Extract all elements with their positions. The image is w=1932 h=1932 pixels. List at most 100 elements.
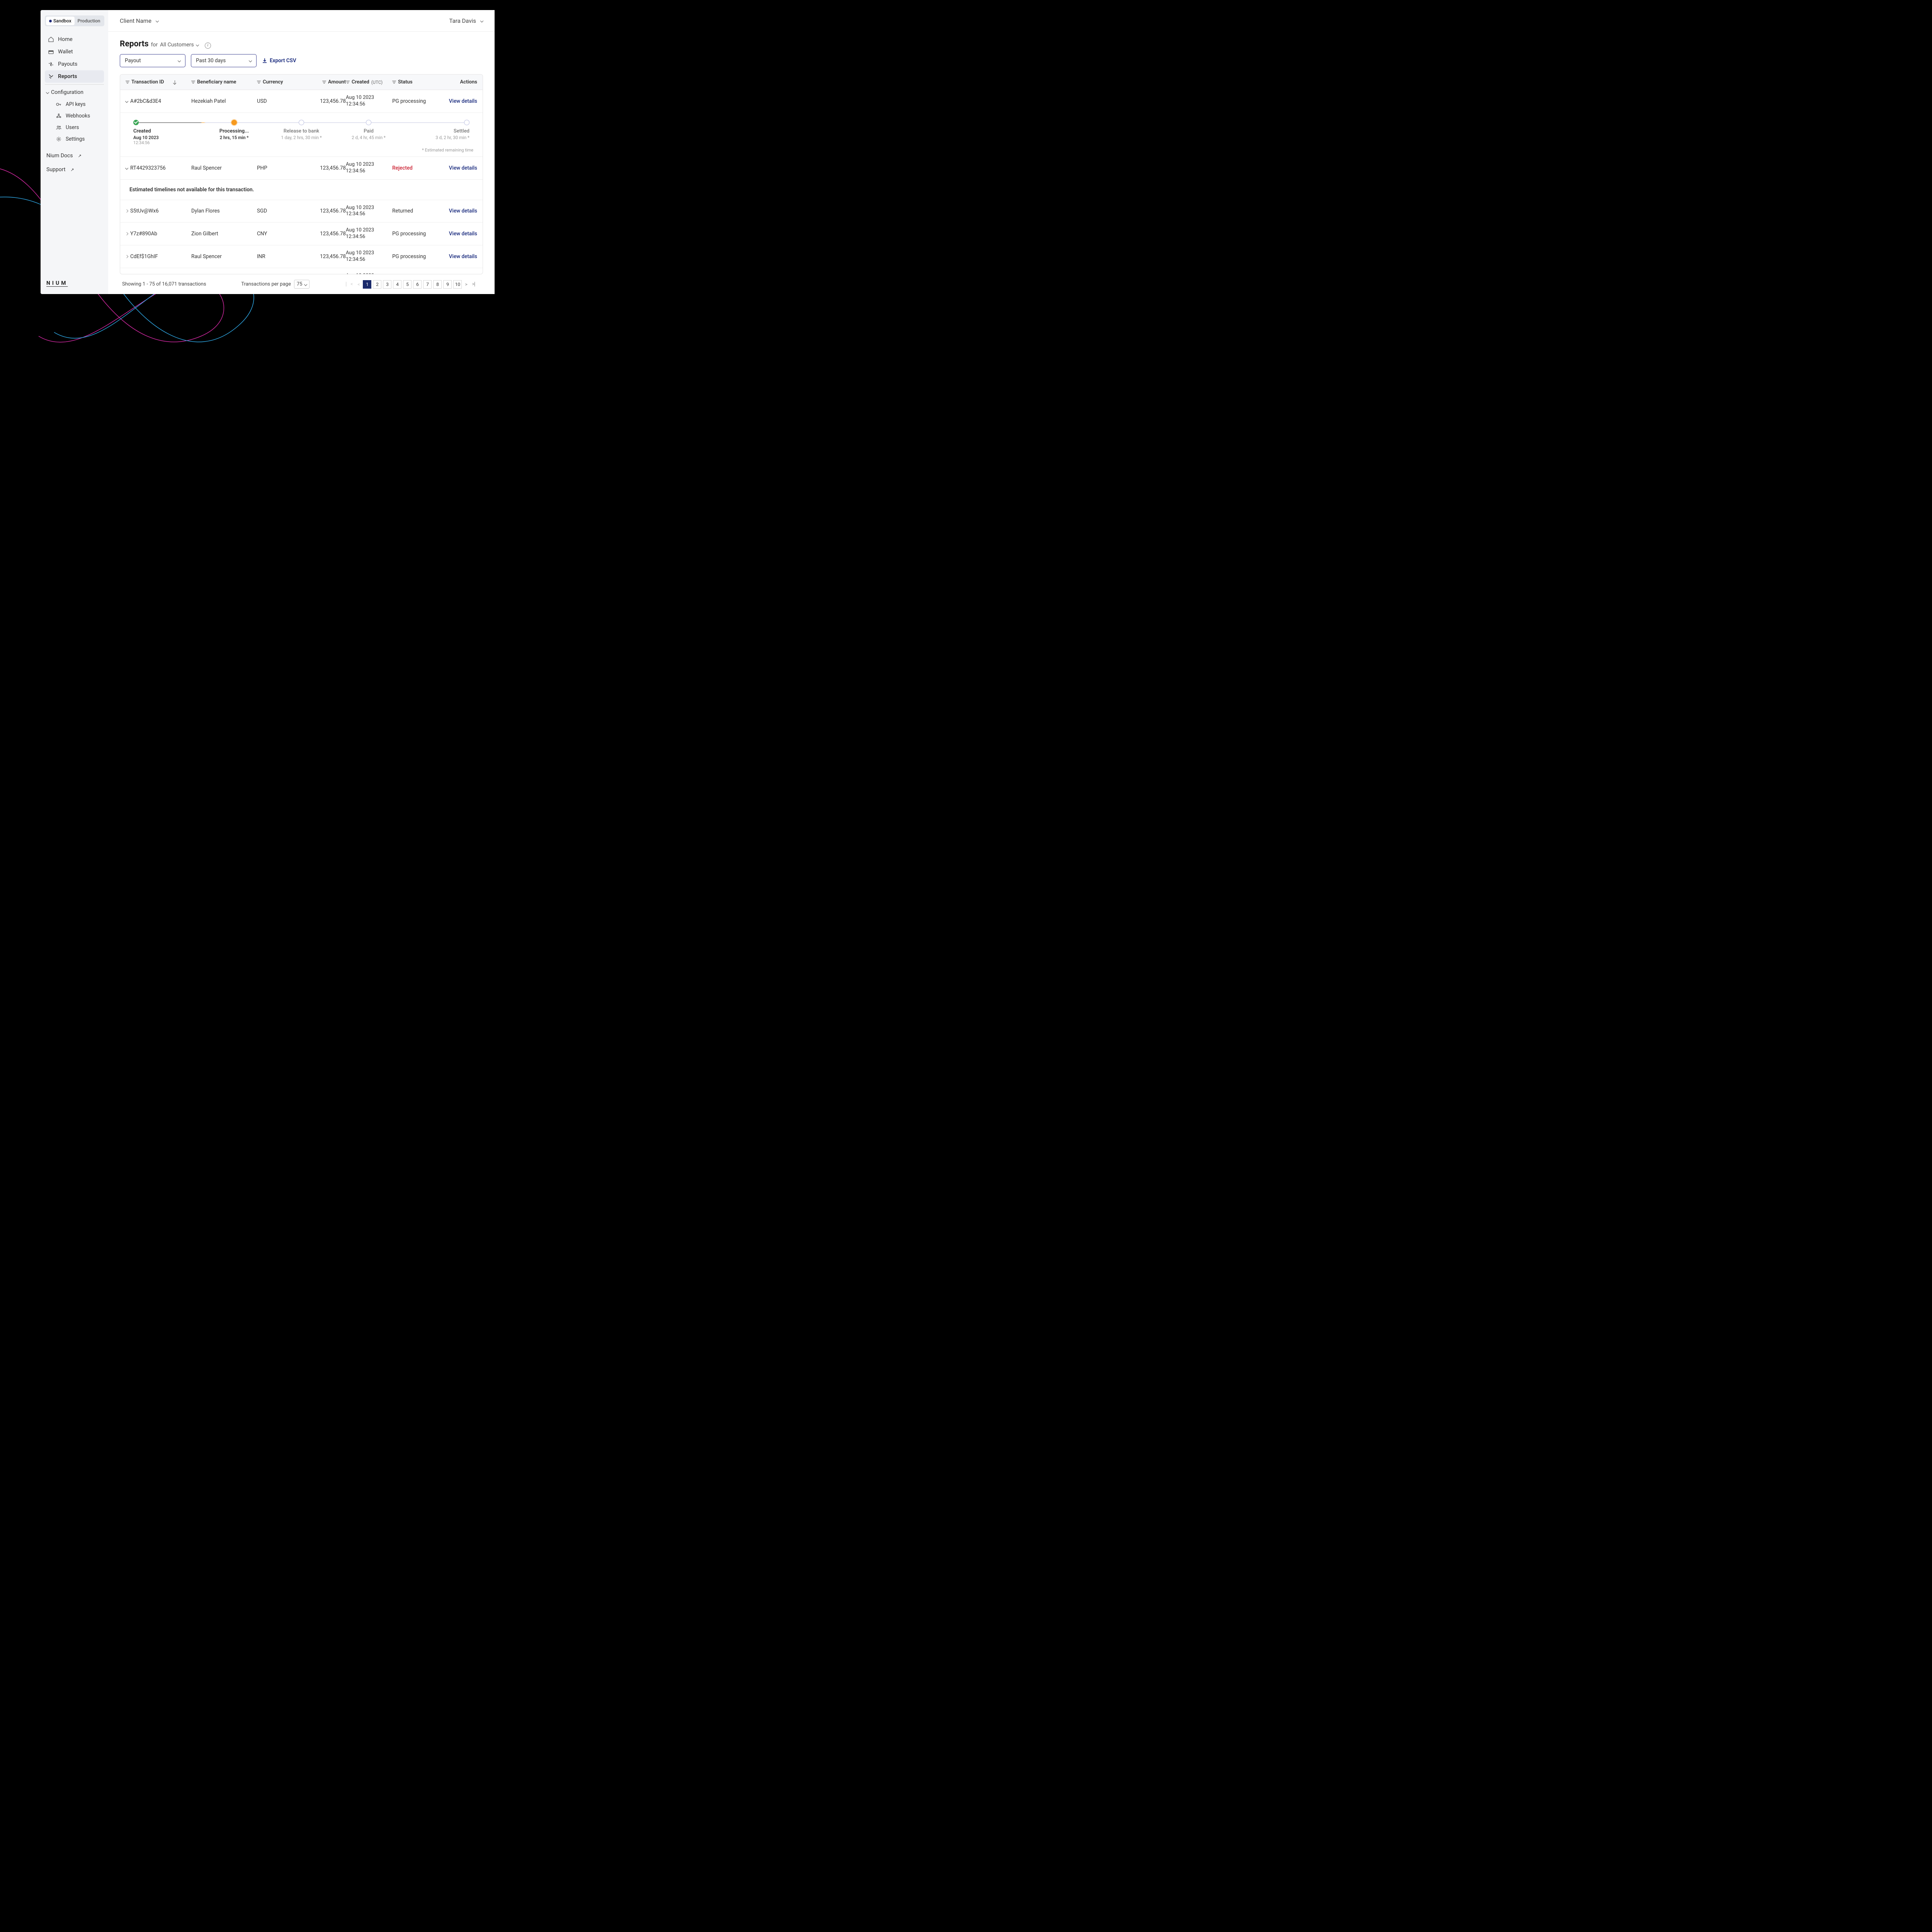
table-row: A#2bC&d3E4Hezekiah PatelUSD123,456.78Aug… bbox=[120, 90, 483, 113]
col-status[interactable]: Status bbox=[392, 79, 442, 85]
per-page-label: Transactions per page bbox=[241, 281, 291, 287]
download-icon bbox=[262, 58, 267, 63]
client-select[interactable]: Client Name bbox=[120, 17, 158, 24]
filter-row: Payout Past 30 days Export CSV bbox=[120, 54, 483, 67]
view-details-link[interactable]: View details bbox=[442, 165, 477, 171]
view-details-link[interactable]: View details bbox=[442, 98, 477, 104]
chevron-right-icon bbox=[125, 232, 128, 235]
col-label: Status bbox=[398, 79, 413, 85]
timeline-stage: CreatedAug 10 202312:34:56 bbox=[133, 120, 201, 145]
customer-scope-select[interactable]: All Customers bbox=[160, 42, 199, 48]
sidebar-section-configuration[interactable]: Configuration bbox=[45, 84, 104, 99]
row-expand-toggle[interactable]: RT4429323756 bbox=[126, 165, 191, 171]
info-icon[interactable]: i bbox=[205, 43, 211, 49]
page-2[interactable]: 2 bbox=[373, 280, 381, 289]
currency: USD bbox=[257, 98, 299, 104]
env-production[interactable]: Production bbox=[75, 17, 104, 25]
page-10[interactable]: 10 bbox=[453, 280, 462, 289]
payouts-icon bbox=[48, 61, 54, 67]
client-name: Client Name bbox=[120, 17, 151, 24]
amount: 123,456.78 bbox=[299, 98, 346, 104]
env-sandbox[interactable]: Sandbox bbox=[46, 17, 75, 25]
home-icon bbox=[48, 36, 54, 43]
nav-config: API keys Webhooks Users Settings bbox=[45, 99, 104, 145]
table-body: A#2bC&d3E4Hezekiah PatelUSD123,456.78Aug… bbox=[120, 90, 483, 274]
page-3[interactable]: 3 bbox=[383, 280, 391, 289]
sidebar-item-docs[interactable]: Nium Docs ↗ bbox=[45, 149, 104, 163]
txn-id: RT4429323756 bbox=[130, 165, 166, 171]
page-7[interactable]: 7 bbox=[423, 280, 432, 289]
chevron-down-icon bbox=[125, 166, 128, 169]
sidebar-label-settings: Settings bbox=[66, 136, 85, 142]
chevron-down-icon bbox=[480, 19, 483, 22]
reports-icon bbox=[48, 73, 54, 80]
chevron-down-icon bbox=[178, 59, 181, 62]
timeline-stage: Release to bank1 day, 2 hrs, 30 min * bbox=[268, 120, 335, 145]
created: Aug 10 2023 bbox=[346, 273, 392, 274]
page-5[interactable]: 5 bbox=[403, 280, 412, 289]
user-select[interactable]: Tara Davis bbox=[449, 17, 483, 24]
topbar: Client Name Tara Davis bbox=[108, 10, 495, 32]
sidebar-label-configuration: Configuration bbox=[51, 89, 83, 95]
sidebar-item-api-keys[interactable]: API keys bbox=[53, 99, 104, 110]
created: Aug 10 202312:34:56 bbox=[346, 162, 392, 175]
export-csv-button[interactable]: Export CSV bbox=[262, 58, 296, 64]
col-actions: Actions bbox=[442, 79, 477, 85]
stage-title: Release to bank bbox=[268, 128, 335, 134]
col-label: Created bbox=[352, 79, 369, 85]
date-range-select[interactable]: Past 30 days bbox=[191, 54, 257, 67]
gear-icon bbox=[56, 136, 62, 142]
sidebar-item-reports[interactable]: Reports bbox=[45, 70, 104, 83]
timeline-footnote: * Estimated remaining time bbox=[129, 148, 473, 153]
page-next[interactable]: > bbox=[463, 282, 469, 287]
chevron-right-icon bbox=[125, 255, 128, 258]
status: PG processing bbox=[392, 98, 442, 104]
amount: 123,456.78 bbox=[299, 253, 346, 260]
col-created[interactable]: Created (UTC) bbox=[346, 79, 392, 85]
timeline-node bbox=[231, 120, 237, 125]
page-9[interactable]: 9 bbox=[443, 280, 452, 289]
page-first[interactable]: ⎸< bbox=[344, 281, 354, 287]
chevron-down-icon bbox=[156, 19, 159, 22]
beneficiary-name: Raul Spencer bbox=[191, 253, 257, 260]
per-page-select[interactable]: 75 bbox=[294, 280, 310, 289]
export-csv-label: Export CSV bbox=[270, 58, 296, 64]
sidebar-item-users[interactable]: Users bbox=[53, 122, 104, 133]
sidebar-item-payouts[interactable]: Payouts bbox=[45, 58, 104, 70]
sidebar-item-home[interactable]: Home bbox=[45, 33, 104, 46]
chevron-down-icon bbox=[304, 282, 307, 286]
sidebar-item-webhooks[interactable]: Webhooks bbox=[53, 110, 104, 122]
pagination: ⎸< < 12345678910 > >⎸ bbox=[344, 280, 481, 289]
view-details-link[interactable]: View details bbox=[442, 253, 477, 260]
env-production-label: Production bbox=[78, 18, 100, 24]
stage-title: Created bbox=[133, 128, 201, 134]
report-type-select[interactable]: Payout bbox=[120, 54, 185, 67]
view-details-link[interactable]: View details bbox=[442, 231, 477, 237]
col-currency[interactable]: Currency bbox=[257, 79, 299, 85]
row-expand-toggle[interactable]: CdEf$1GhIF bbox=[126, 253, 191, 260]
page-prev[interactable]: < bbox=[356, 282, 361, 287]
txn-id: CdEf$1GhIF bbox=[130, 253, 158, 260]
timeline-panel: CreatedAug 10 202312:34:56Processing...2… bbox=[120, 113, 483, 157]
page-last[interactable]: >⎸ bbox=[471, 281, 481, 287]
row-expand-toggle[interactable]: S5tUv@Wx6 bbox=[126, 208, 191, 214]
sidebar-item-wallet[interactable]: Wallet bbox=[45, 46, 104, 58]
col-beneficiary[interactable]: Beneficiary name bbox=[191, 79, 257, 85]
page-6[interactable]: 6 bbox=[413, 280, 422, 289]
sort-desc-icon bbox=[173, 80, 177, 84]
row-expand-toggle[interactable]: A#2bC&d3E4 bbox=[126, 98, 191, 104]
page-8[interactable]: 8 bbox=[433, 280, 442, 289]
table-row: RT4429323756Raul SpencerPHP123,456.78Aug… bbox=[120, 157, 483, 180]
sidebar-item-settings[interactable]: Settings bbox=[53, 133, 104, 145]
col-amount[interactable]: Amount bbox=[299, 79, 346, 85]
chevron-right-icon bbox=[125, 209, 128, 213]
view-details-link[interactable]: View details bbox=[442, 208, 477, 214]
row-expand-toggle[interactable]: Y7z#890Ab bbox=[126, 231, 191, 237]
col-transaction-id[interactable]: Transaction ID bbox=[126, 79, 191, 85]
amount: 123,456.78 bbox=[299, 165, 346, 171]
page-1[interactable]: 1 bbox=[363, 280, 371, 289]
brand-logo: NIUM bbox=[45, 280, 104, 289]
external-link-icon: ↗ bbox=[70, 167, 74, 172]
page-4[interactable]: 4 bbox=[393, 280, 401, 289]
sidebar-item-support[interactable]: Support ↗ bbox=[45, 163, 104, 177]
